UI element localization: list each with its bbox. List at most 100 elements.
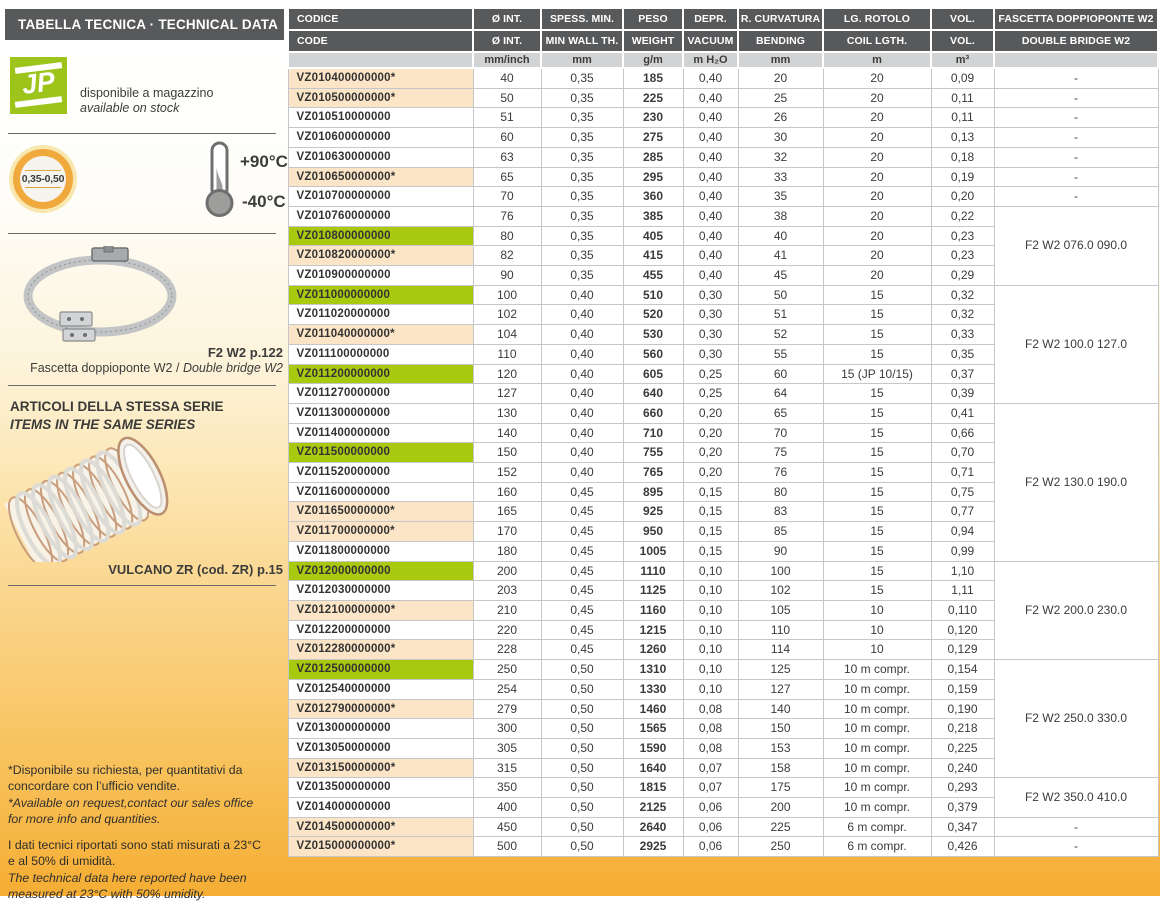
cell-vacuum: 0,15 [683, 482, 738, 502]
cell-vol: 0,41 [931, 403, 994, 423]
cell-code: VZ011500000000 [288, 443, 473, 463]
cell-diam: 500 [473, 837, 541, 857]
cell-bending: 50 [738, 285, 823, 305]
footnote-measurement-italian: I dati tecnici riportati sono stati misu… [8, 837, 282, 869]
cell-vacuum: 0,15 [683, 541, 738, 561]
badge-inner: 0,35-0,50 [20, 156, 66, 202]
cell-weight: 710 [623, 423, 683, 443]
cell-bending: 90 [738, 541, 823, 561]
cell-bending: 51 [738, 305, 823, 325]
cell-vol: 0,225 [931, 738, 994, 758]
cell-code: VZ011800000000 [288, 541, 473, 561]
table-row: VZ014500000000*4500,5026400,062256 m com… [288, 817, 1158, 837]
cell-coil: 6 m compr. [823, 817, 931, 837]
cell-bending: 114 [738, 640, 823, 660]
cell-weight: 1640 [623, 758, 683, 778]
cell-clamp: - [994, 817, 1158, 837]
cell-vol: 0,39 [931, 384, 994, 404]
cell-coil: 15 [823, 463, 931, 483]
cell-diam: 63 [473, 147, 541, 167]
cell-weight: 2925 [623, 837, 683, 857]
cell-vacuum: 0,30 [683, 325, 738, 345]
cell-vol: 0,66 [931, 423, 994, 443]
cell-coil: 10 m compr. [823, 679, 931, 699]
cell-vacuum: 0,30 [683, 344, 738, 364]
cell-code: VZ010700000000 [288, 187, 473, 207]
cell-bending: 45 [738, 266, 823, 286]
cell-diam: 40 [473, 68, 541, 88]
footnote-availability-italian: *Disponibile su richiesta, per quantitat… [8, 762, 282, 794]
cell-coil: 15 [823, 443, 931, 463]
cell-diam: 254 [473, 679, 541, 699]
cell-diam: 80 [473, 226, 541, 246]
cell-coil: 15 [823, 423, 931, 443]
clamp-caption-separator: / [173, 361, 183, 375]
badge-line [25, 170, 61, 171]
cell-code: VZ011270000000 [288, 384, 473, 404]
cell-vol: 0,77 [931, 502, 994, 522]
table-row: VZ010600000000600,352750,4030200,13- [288, 128, 1158, 148]
cell-weight: 560 [623, 344, 683, 364]
cell-vol: 0,120 [931, 620, 994, 640]
cell-coil: 20 [823, 167, 931, 187]
unit-cell: g/m [623, 52, 683, 68]
cell-diam: 228 [473, 640, 541, 660]
cell-bending: 200 [738, 798, 823, 818]
footnotes: *Disponibile su richiesta, per quantitat… [8, 760, 282, 902]
cell-diam: 104 [473, 325, 541, 345]
cell-wall: 0,45 [541, 482, 623, 502]
cell-bending: 85 [738, 522, 823, 542]
table-row: VZ0135000000003500,5018150,0717510 m com… [288, 778, 1158, 798]
column-header: WEIGHT [623, 30, 683, 52]
cell-code: VZ012030000000 [288, 581, 473, 601]
cell-wall: 0,50 [541, 837, 623, 857]
cell-weight: 2125 [623, 798, 683, 818]
cell-bending: 110 [738, 620, 823, 640]
cell-vol: 0,110 [931, 600, 994, 620]
cell-bending: 65 [738, 403, 823, 423]
cell-vol: 0,32 [931, 285, 994, 305]
cell-diam: 170 [473, 522, 541, 542]
cell-code: VZ010650000000* [288, 167, 473, 187]
table-row: VZ010510000000510,352300,4026200,11- [288, 108, 1158, 128]
cell-wall: 0,40 [541, 305, 623, 325]
cell-bending: 76 [738, 463, 823, 483]
cell-code: VZ011650000000* [288, 502, 473, 522]
cell-code: VZ012790000000* [288, 699, 473, 719]
cell-wall: 0,45 [541, 620, 623, 640]
column-header: BENDING [738, 30, 823, 52]
cell-coil: 20 [823, 266, 931, 286]
cell-bending: 105 [738, 600, 823, 620]
cell-bending: 55 [738, 344, 823, 364]
cell-vol: 0,29 [931, 266, 994, 286]
cell-code: VZ011700000000* [288, 522, 473, 542]
jp-stock-logo: JP [10, 57, 67, 114]
cell-diam: 315 [473, 758, 541, 778]
cell-vol: 0,240 [931, 758, 994, 778]
cell-vol: 0,23 [931, 226, 994, 246]
cell-weight: 1260 [623, 640, 683, 660]
cell-vacuum: 0,10 [683, 561, 738, 581]
cell-clamp: - [994, 88, 1158, 108]
cell-bending: 100 [738, 561, 823, 581]
stock-text-italian: disponibile a magazzino [80, 86, 213, 101]
cell-diam: 300 [473, 719, 541, 739]
cell-weight: 405 [623, 226, 683, 246]
cell-diam: 50 [473, 88, 541, 108]
cell-code: VZ014000000000 [288, 798, 473, 818]
cell-diam: 90 [473, 266, 541, 286]
cell-vacuum: 0,07 [683, 778, 738, 798]
cell-weight: 415 [623, 246, 683, 266]
cell-code: VZ011520000000 [288, 463, 473, 483]
cell-diam: 200 [473, 561, 541, 581]
hose-image [0, 434, 225, 562]
cell-vacuum: 0,10 [683, 600, 738, 620]
cell-bending: 26 [738, 108, 823, 128]
cell-wall: 0,35 [541, 128, 623, 148]
unit-cell: mm [738, 52, 823, 68]
cell-vacuum: 0,10 [683, 640, 738, 660]
cell-bending: 25 [738, 88, 823, 108]
cell-vol: 0,20 [931, 187, 994, 207]
cell-bending: 127 [738, 679, 823, 699]
cell-diam: 150 [473, 443, 541, 463]
